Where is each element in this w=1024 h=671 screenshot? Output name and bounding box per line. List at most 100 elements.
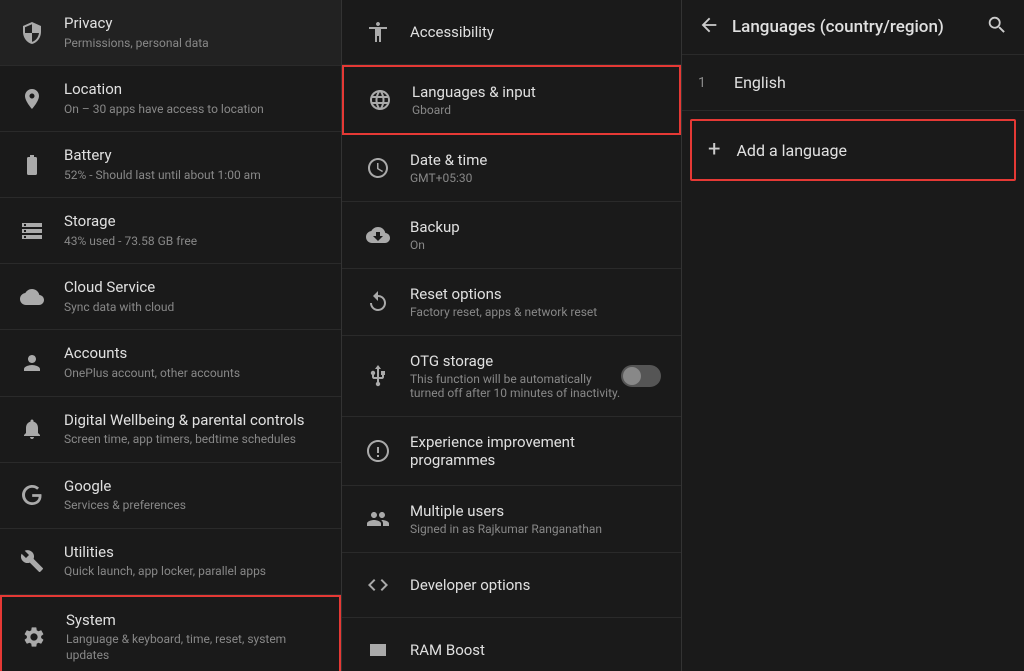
sidebar-subtitle-wellbeing: Screen time, app timers, bedtime schedul… <box>64 432 325 448</box>
sidebar-title-system: System <box>66 611 323 631</box>
sidebar-item-system[interactable]: System Language & keyboard, time, reset,… <box>0 595 341 671</box>
sidebar-item-location[interactable]: Location On – 30 apps have access to loc… <box>0 66 341 132</box>
sidebar-item-cloud[interactable]: Cloud Service Sync data with cloud <box>0 264 341 330</box>
sidebar-text-wellbeing: Digital Wellbeing & parental controls Sc… <box>64 411 325 448</box>
sidebar-text-storage: Storage 43% used - 73.58 GB free <box>64 212 325 249</box>
menu-item-experience[interactable]: Experience improvement programmes <box>342 417 681 486</box>
utilities-icon <box>16 545 48 577</box>
language-number: 1 <box>698 75 722 91</box>
menu-title-otg: OTG storage <box>410 352 621 370</box>
sidebar-title-accounts: Accounts <box>64 344 325 364</box>
sidebar-subtitle-battery: 52% - Should last until about 1:00 am <box>64 168 325 184</box>
menu-title-backup: Backup <box>410 218 661 236</box>
sidebar-title-google: Google <box>64 477 325 497</box>
menu-item-languages[interactable]: Languages & input Gboard <box>342 65 681 135</box>
menu-subtitle-reset: Factory reset, apps & network reset <box>410 305 661 319</box>
sidebar-title-cloud: Cloud Service <box>64 278 325 298</box>
menu-title-ram: RAM Boost <box>410 641 661 659</box>
sidebar-text-utilities: Utilities Quick launch, app locker, para… <box>64 543 325 580</box>
reset-menu-icon <box>362 286 394 318</box>
menu-title-experience: Experience improvement programmes <box>410 433 661 469</box>
menu-item-otg[interactable]: OTG storage This function will be automa… <box>342 336 681 417</box>
menu-item-backup[interactable]: Backup On <box>342 202 681 269</box>
sidebar-title-wellbeing: Digital Wellbeing & parental controls <box>64 411 325 431</box>
accessibility-menu-icon <box>362 16 394 48</box>
sidebar-title-privacy: Privacy <box>64 14 325 34</box>
sidebar-subtitle-location: On – 30 apps have access to location <box>64 102 325 118</box>
sidebar-text-system: System Language & keyboard, time, reset,… <box>66 611 323 664</box>
google-icon <box>16 479 48 511</box>
language-entry: 1 English <box>682 55 1024 111</box>
right-panel: Languages (country/region) 1 English + A… <box>682 0 1024 671</box>
sidebar-item-accounts[interactable]: Accounts OnePlus account, other accounts <box>0 330 341 396</box>
add-language-label: Add a language <box>736 141 847 160</box>
menu-item-accessibility[interactable]: Accessibility <box>342 0 681 65</box>
sidebar-text-location: Location On – 30 apps have access to loc… <box>64 80 325 117</box>
languages-menu-icon <box>364 84 396 116</box>
sidebar-item-google[interactable]: Google Services & preferences <box>0 463 341 529</box>
battery-icon <box>16 149 48 181</box>
developer-menu-icon <box>362 569 394 601</box>
middle-settings-list: Accessibility Languages & input Gboard D… <box>342 0 681 671</box>
search-button[interactable] <box>986 14 1008 40</box>
sidebar-item-battery[interactable]: Battery 52% - Should last until about 1:… <box>0 132 341 198</box>
menu-subtitle-languages: Gboard <box>412 103 659 117</box>
menu-text-reset: Reset options Factory reset, apps & netw… <box>410 285 661 319</box>
sidebar-item-wellbeing[interactable]: Digital Wellbeing & parental controls Sc… <box>0 397 341 463</box>
menu-text-accessibility: Accessibility <box>410 23 661 41</box>
menu-title-accessibility: Accessibility <box>410 23 661 41</box>
menu-item-ram[interactable]: RAM Boost <box>342 618 681 671</box>
left-settings-list: Privacy Permissions, personal data Locat… <box>0 0 341 671</box>
menu-item-reset[interactable]: Reset options Factory reset, apps & netw… <box>342 269 681 336</box>
panel-title: Languages (country/region) <box>732 17 986 37</box>
otg-menu-icon <box>362 360 394 392</box>
middle-panel: Accessibility Languages & input Gboard D… <box>342 0 682 671</box>
menu-subtitle-users: Signed in as Rajkumar Ranganathan <box>410 522 661 536</box>
add-language-button[interactable]: + Add a language <box>690 119 1016 181</box>
ram-menu-icon <box>362 634 394 666</box>
otg-toggle[interactable] <box>621 365 661 387</box>
sidebar-subtitle-utilities: Quick launch, app locker, parallel apps <box>64 564 325 580</box>
menu-subtitle-backup: On <box>410 238 661 252</box>
datetime-menu-icon <box>362 152 394 184</box>
menu-text-languages: Languages & input Gboard <box>412 83 659 117</box>
menu-subtitle-datetime: GMT+05:30 <box>410 171 661 185</box>
sidebar-subtitle-privacy: Permissions, personal data <box>64 36 325 52</box>
menu-title-reset: Reset options <box>410 285 661 303</box>
sidebar-title-location: Location <box>64 80 325 100</box>
language-list: 1 English <box>682 55 1024 111</box>
menu-text-otg: OTG storage This function will be automa… <box>410 352 621 400</box>
sidebar-title-storage: Storage <box>64 212 325 232</box>
privacy-icon <box>16 17 48 49</box>
sidebar-subtitle-storage: 43% used - 73.58 GB free <box>64 234 325 250</box>
sidebar-item-privacy[interactable]: Privacy Permissions, personal data <box>0 0 341 66</box>
sidebar-item-storage[interactable]: Storage 43% used - 73.58 GB free <box>0 198 341 264</box>
menu-item-users[interactable]: Multiple users Signed in as Rajkumar Ran… <box>342 486 681 553</box>
menu-text-datetime: Date & time GMT+05:30 <box>410 151 661 185</box>
sidebar-item-utilities[interactable]: Utilities Quick launch, app locker, para… <box>0 529 341 595</box>
cloud-icon <box>16 281 48 313</box>
accounts-icon <box>16 347 48 379</box>
menu-title-users: Multiple users <box>410 502 661 520</box>
menu-item-developer[interactable]: Developer options <box>342 553 681 618</box>
menu-item-datetime[interactable]: Date & time GMT+05:30 <box>342 135 681 202</box>
menu-text-users: Multiple users Signed in as Rajkumar Ran… <box>410 502 661 536</box>
menu-text-experience: Experience improvement programmes <box>410 433 661 469</box>
menu-text-developer: Developer options <box>410 576 661 594</box>
sidebar-text-google: Google Services & preferences <box>64 477 325 514</box>
back-button[interactable] <box>698 14 720 40</box>
sidebar-text-cloud: Cloud Service Sync data with cloud <box>64 278 325 315</box>
sidebar-subtitle-system: Language & keyboard, time, reset, system… <box>66 632 323 663</box>
wellbeing-icon <box>16 413 48 445</box>
experience-menu-icon <box>362 435 394 467</box>
location-icon <box>16 83 48 115</box>
left-panel: Privacy Permissions, personal data Locat… <box>0 0 342 671</box>
sidebar-text-privacy: Privacy Permissions, personal data <box>64 14 325 51</box>
sidebar-title-battery: Battery <box>64 146 325 166</box>
sidebar-subtitle-accounts: OnePlus account, other accounts <box>64 366 325 382</box>
backup-menu-icon <box>362 219 394 251</box>
menu-title-languages: Languages & input <box>412 83 659 101</box>
right-panel-header: Languages (country/region) <box>682 0 1024 55</box>
sidebar-subtitle-cloud: Sync data with cloud <box>64 300 325 316</box>
menu-title-datetime: Date & time <box>410 151 661 169</box>
